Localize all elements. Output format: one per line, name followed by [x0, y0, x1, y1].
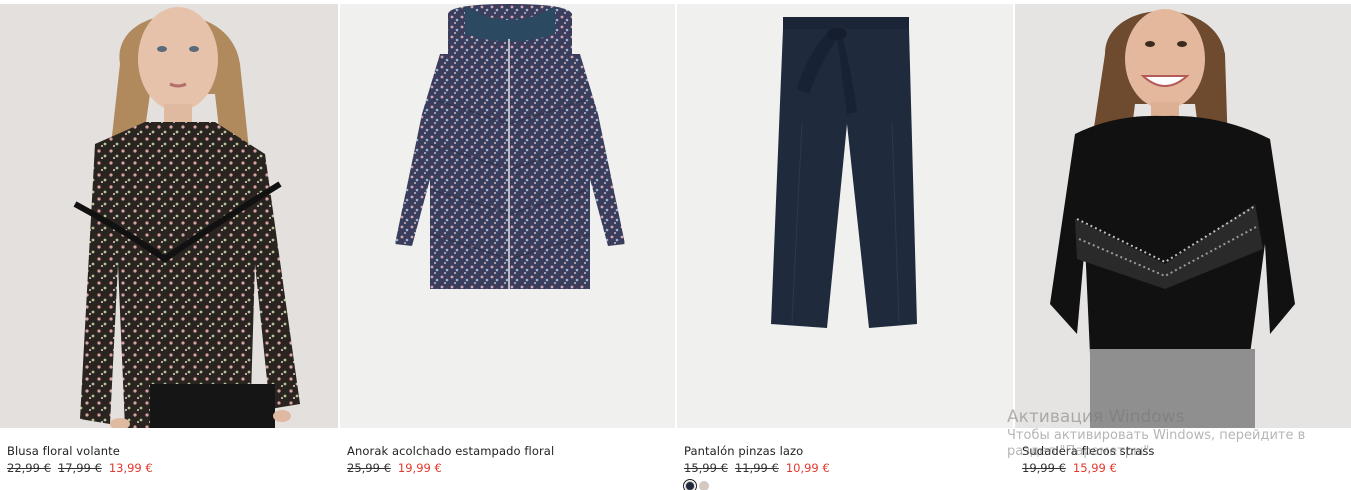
product-image[interactable]	[0, 4, 338, 428]
product-image[interactable]	[1015, 4, 1351, 428]
original-price: 25,99 €	[347, 461, 391, 475]
floral-puffer-jacket-photo	[395, 4, 625, 289]
previous-price: 11,99 €	[734, 461, 779, 475]
girl-floral-blouse-photo	[73, 7, 300, 428]
product-image[interactable]	[340, 4, 675, 428]
product-prices: 22,99 € 17,99 € 13,99 €	[7, 461, 153, 475]
sale-price: 13,99 €	[108, 461, 153, 475]
product-name[interactable]: Pantalón pinzas lazo	[684, 444, 803, 458]
product-name[interactable]: Sudadera flecos strass	[1022, 444, 1155, 458]
original-price: 19,99 €	[1022, 461, 1066, 475]
product-card[interactable]: Anorak acolchado estampado floral 25,99 …	[340, 0, 675, 490]
navy-trousers-photo	[771, 17, 917, 328]
original-price: 15,99 €	[684, 461, 728, 475]
color-swatch-navy[interactable]	[683, 479, 697, 490]
product-grid: Blusa floral volante 22,99 € 17,99 € 13,99…	[0, 0, 1351, 490]
sale-price: 19,99 €	[397, 461, 442, 475]
product-card[interactable]: Pantalón pinzas lazo 15,99 € 11,99 € 10,99…	[677, 0, 1013, 490]
product-prices: 15,99 € 11,99 € 10,99 €	[684, 461, 830, 475]
original-price: 22,99 €	[7, 461, 51, 475]
product-prices: 19,99 € 15,99 €	[1022, 461, 1117, 475]
product-card[interactable]: Blusa floral volante 22,99 € 17,99 € 13,99…	[0, 0, 338, 490]
sale-price: 15,99 €	[1072, 461, 1117, 475]
girl-black-sweatshirt-photo	[1050, 9, 1295, 428]
color-swatch-beige[interactable]	[699, 481, 709, 490]
sale-price: 10,99 €	[785, 461, 830, 475]
product-image[interactable]	[677, 4, 1013, 428]
product-prices: 25,99 € 19,99 €	[347, 461, 442, 475]
product-name[interactable]: Blusa floral volante	[7, 444, 120, 458]
product-card[interactable]: Sudadera flecos strass 19,99 € 15,99 €	[1015, 0, 1351, 490]
previous-price: 17,99 €	[57, 461, 102, 475]
color-swatches	[683, 479, 709, 490]
product-name[interactable]: Anorak acolchado estampado floral	[347, 444, 554, 458]
